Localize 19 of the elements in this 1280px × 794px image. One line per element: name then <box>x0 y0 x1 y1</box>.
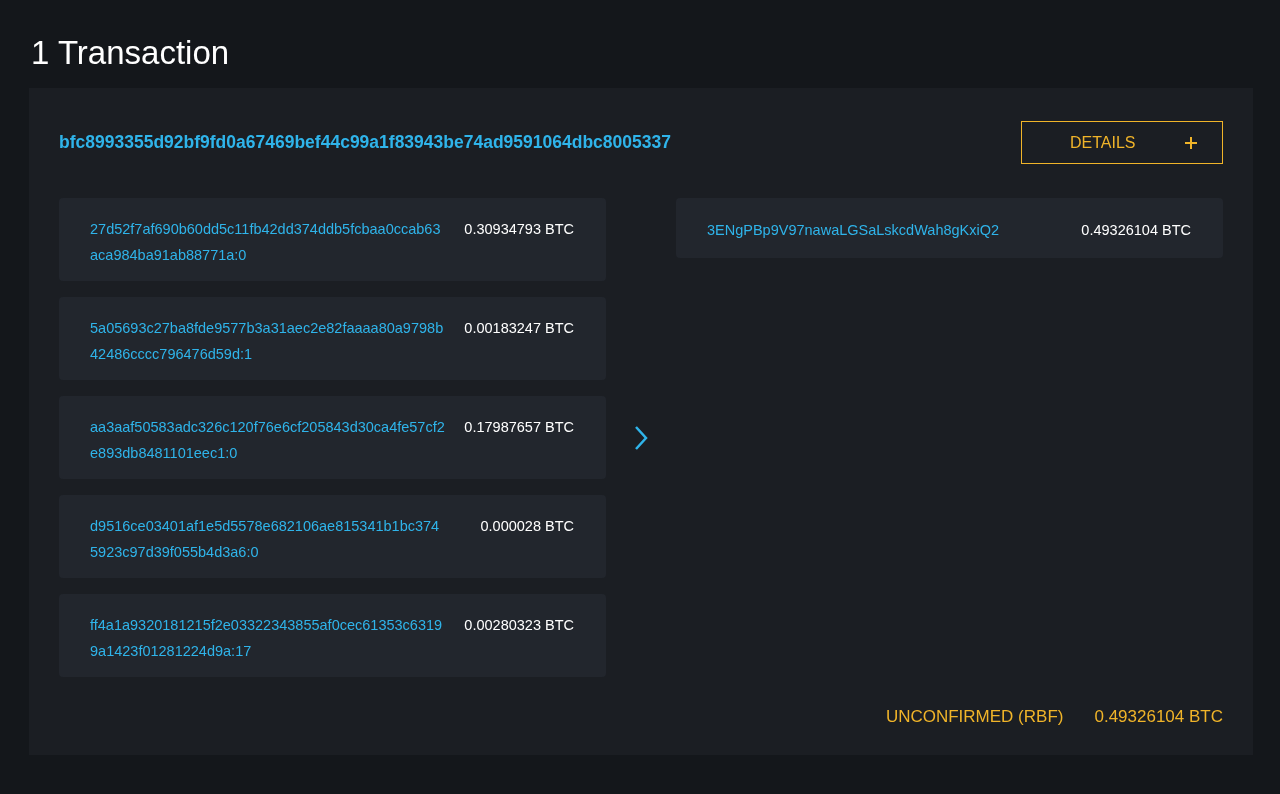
page-title: 1 Transaction <box>31 33 231 73</box>
input-address-link[interactable]: d9516ce03401af1e5d5578e682106ae815341b1bc3745923c97d39f055b4d3a6:0 <box>90 513 445 578</box>
plus-icon <box>1184 135 1198 150</box>
input-address-link[interactable]: ff4a1a9320181215f2e03322343855af0cec61353c63199a1423f01281224d9a:17 <box>90 612 445 677</box>
input-amount: 0.000028 BTC <box>480 517 574 536</box>
output-amount: 0.49326104 BTC <box>1081 221 1191 240</box>
input-amount: 0.00280323 BTC <box>464 616 574 635</box>
details-button[interactable]: DETAILS <box>1021 121 1223 164</box>
transaction-hash-link[interactable]: bfc8993355d92bf9fd0a67469bef44c99a1f83943be74ad9591064dbc8005337 <box>59 132 671 153</box>
output-address-link[interactable]: 3ENgPBp9V97nawaLGSaLskcdWah8gKxiQ2 <box>707 217 1000 258</box>
input-address-link[interactable]: 5a05693c27ba8fde9577b3a31aec2e82faaaa80a9798b42486cccc796476d59d:1 <box>90 315 445 380</box>
total-amount: 0.49326104 BTC <box>1094 707 1223 727</box>
input-amount: 0.17987657 BTC <box>464 418 574 437</box>
input-address-link[interactable]: aa3aaf50583adc326c120f76e6cf205843d30ca4fe57cf2e893db8481101eec1:0 <box>90 414 445 479</box>
chevron-right-icon <box>634 424 648 451</box>
input-amount: 0.30934793 BTC <box>464 220 574 239</box>
input-address-link[interactable]: 27d52f7af690b60dd5c11fb42dd374ddb5fcbaa0ccab63aca984ba91ab88771a:0 <box>90 216 445 281</box>
input-amount: 0.00183247 BTC <box>464 319 574 338</box>
status-label: UNCONFIRMED (RBF) <box>885 707 1064 727</box>
